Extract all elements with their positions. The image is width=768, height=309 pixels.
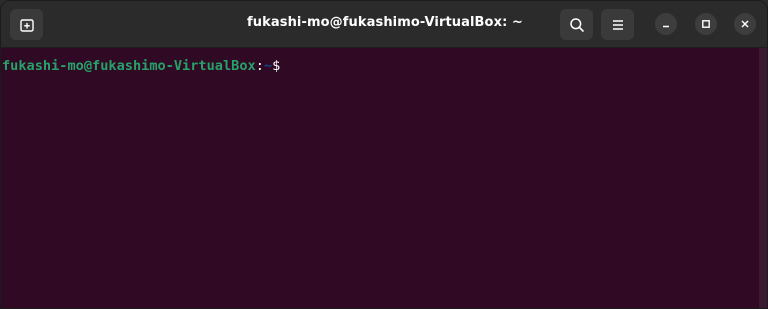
prompt-path: ~ bbox=[263, 58, 273, 74]
search-icon bbox=[569, 17, 585, 33]
title-bar[interactable]: fukashi-mo@fukashimo-VirtualBox: ~ bbox=[1, 1, 767, 48]
close-button[interactable] bbox=[734, 13, 756, 35]
terminal-output[interactable]: fukashi-mo@fukashimo-VirtualBox:~$ bbox=[1, 48, 767, 308]
menu-button[interactable] bbox=[601, 9, 634, 40]
window-title: fukashi-mo@fukashimo-VirtualBox: ~ bbox=[247, 15, 523, 30]
minimize-button[interactable] bbox=[655, 13, 677, 35]
maximize-button[interactable] bbox=[695, 13, 717, 35]
search-button[interactable] bbox=[560, 9, 593, 40]
close-icon bbox=[740, 19, 750, 29]
maximize-icon bbox=[701, 19, 711, 29]
terminal-window: fukashi-mo@fukashimo-VirtualBox: ~ fukas… bbox=[0, 0, 768, 309]
prompt-separator: : bbox=[255, 58, 264, 74]
prompt-user-host: fukashi-mo@fukashimo-VirtualBox bbox=[2, 58, 256, 74]
prompt-symbol: $ bbox=[272, 58, 281, 74]
minimize-icon bbox=[661, 19, 671, 29]
hamburger-menu-icon bbox=[610, 17, 626, 33]
terminal-scrollbar[interactable] bbox=[759, 48, 767, 308]
